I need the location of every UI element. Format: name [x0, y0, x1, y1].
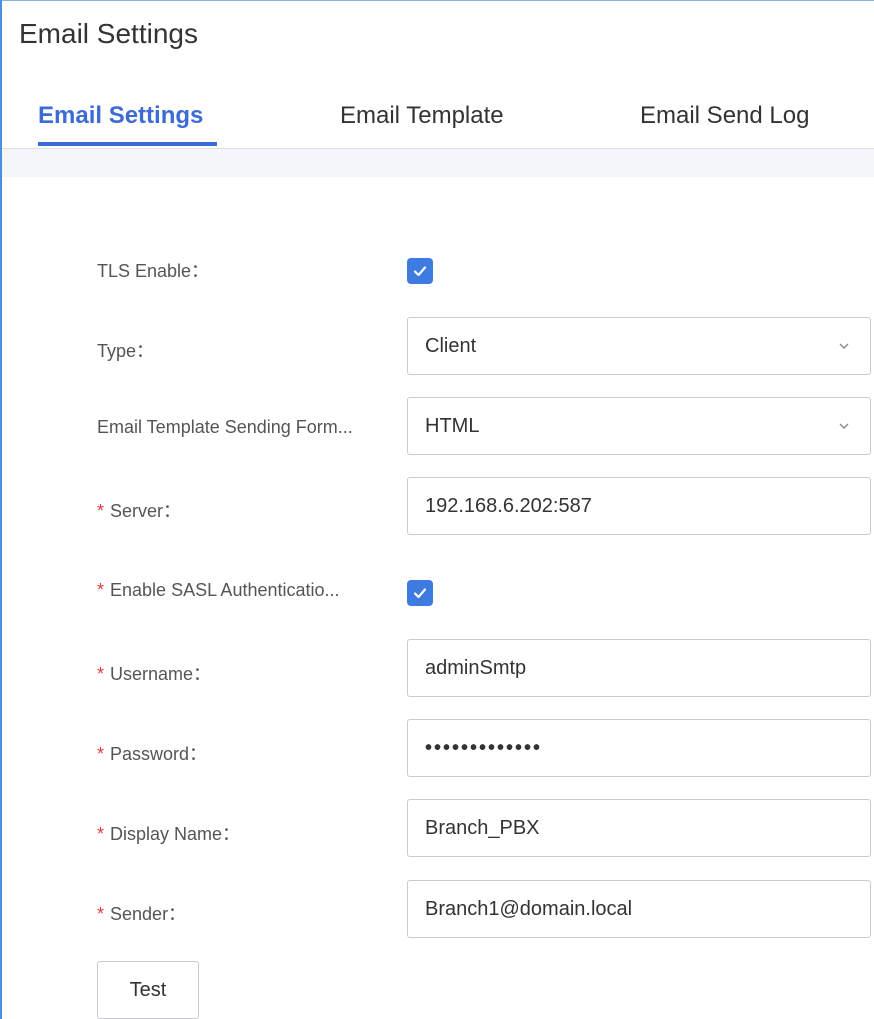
tls-enable-checkbox[interactable] [407, 258, 433, 284]
sending-format-select[interactable]: HTML [407, 397, 871, 455]
tls-enable-label: TLS Enable： [97, 261, 210, 281]
display-name-input[interactable]: Branch_PBX [407, 799, 871, 857]
required-mark: * [97, 664, 105, 684]
required-mark: * [97, 824, 105, 844]
tab-email-settings[interactable]: Email Settings [38, 102, 203, 130]
server-label: * Server： [97, 501, 182, 521]
active-tab-indicator [38, 142, 217, 146]
sasl-checkbox[interactable] [407, 580, 433, 606]
username-input[interactable]: adminSmtp [407, 639, 871, 697]
sasl-label: * Enable SASL Authenticatio... [97, 580, 340, 600]
display-name-label: * Display Name： [97, 824, 241, 844]
sender-value: Branch1@domain.local [425, 897, 633, 920]
password-value: ••••••••••••• [425, 736, 543, 759]
tab-email-send-log[interactable]: Email Send Log [640, 102, 809, 130]
required-mark: * [97, 580, 105, 600]
window-top-border [0, 0, 874, 1]
password-input[interactable]: ••••••••••••• [407, 719, 871, 777]
sending-format-value: HTML [425, 414, 480, 437]
chevron-down-icon [839, 343, 849, 349]
sender-label: * Sender： [97, 904, 187, 924]
type-label: Type： [97, 341, 155, 361]
checkmark-icon [413, 588, 427, 599]
required-mark: * [97, 501, 105, 521]
tab-email-template[interactable]: Email Template [340, 102, 504, 130]
username-value: adminSmtp [425, 656, 527, 679]
content-header-band [2, 149, 874, 177]
type-select-value: Client [425, 334, 477, 357]
chevron-down-icon [839, 423, 849, 429]
password-label: * Password： [97, 744, 208, 764]
display-name-value: Branch_PBX [425, 816, 540, 839]
server-input[interactable]: 192.168.6.202:587 [407, 477, 871, 535]
page-title: Email Settings [19, 18, 198, 49]
type-select[interactable]: Client [407, 317, 871, 375]
test-button[interactable]: Test [97, 961, 199, 1019]
checkmark-icon [413, 266, 427, 277]
server-value: 192.168.6.202:587 [425, 494, 592, 517]
sender-input[interactable]: Branch1@domain.local [407, 880, 871, 938]
username-label: * Username： [97, 664, 212, 684]
required-mark: * [97, 744, 105, 764]
required-mark: * [97, 904, 105, 924]
sending-format-label: Email Template Sending Form... [97, 417, 353, 437]
tab-bar: Email Settings Email Template Email Send… [2, 90, 874, 149]
